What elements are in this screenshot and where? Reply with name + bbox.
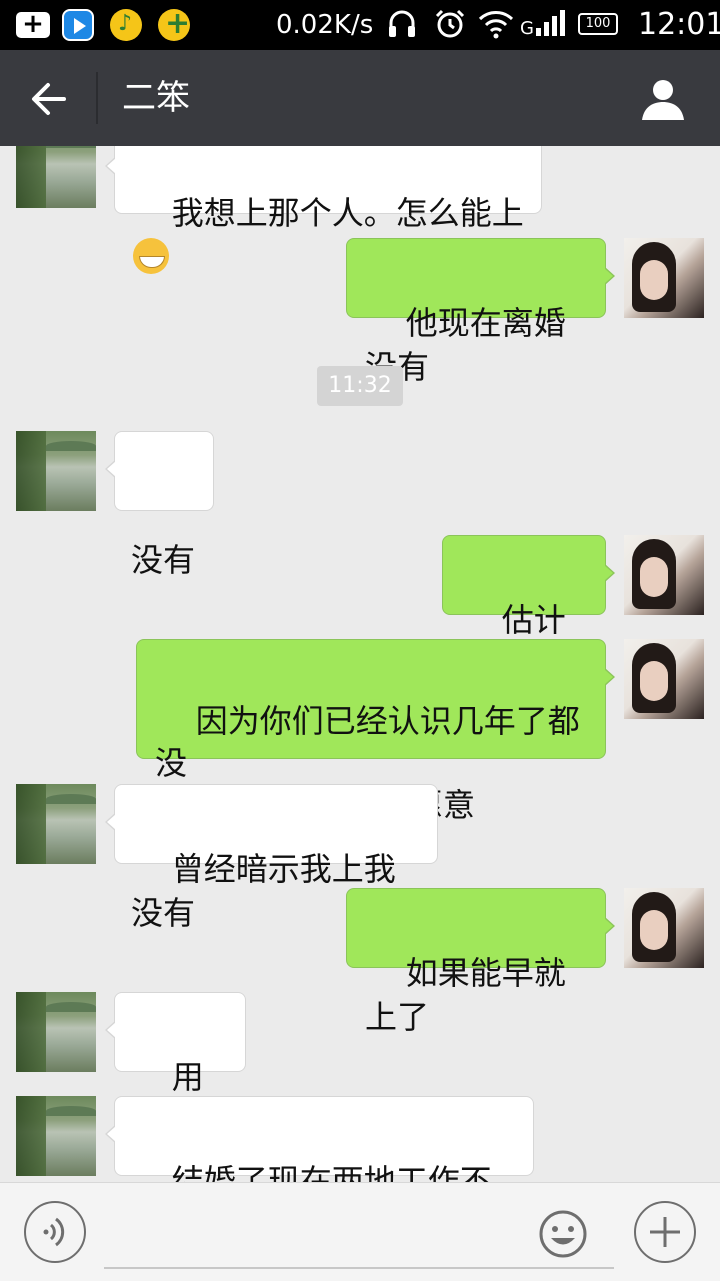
message-text: 结婚了现在两地工作不常见	[171, 1162, 492, 1182]
voice-button[interactable]	[24, 1201, 86, 1263]
headphones-icon	[386, 8, 418, 48]
plus-icon	[650, 1217, 680, 1247]
security-app-icon	[158, 6, 190, 41]
message-text: 如果能早就上了	[365, 954, 566, 1036]
emoji-icon	[539, 1210, 587, 1258]
input-bar	[0, 1182, 720, 1281]
contact-avatar[interactable]	[16, 992, 96, 1072]
my-avatar[interactable]	[624, 535, 704, 615]
incoming-message-bubble[interactable]: 曾经暗示我上我没有	[105, 784, 438, 932]
voice-icon	[43, 1217, 65, 1247]
outgoing-message-bubble[interactable]: 因为你们已经认识几年了都没 上到，说明女的不愿意	[136, 639, 615, 824]
clock: 12:01	[638, 7, 720, 42]
chat-title: 二笨	[122, 78, 190, 118]
incoming-message-bubble[interactable]: 没有	[105, 431, 214, 579]
incoming-message-bubble[interactable]: 我想上那个人。怎么能上	[105, 146, 542, 274]
emoji-button[interactable]	[538, 1209, 588, 1259]
signal-icon: G	[520, 8, 570, 48]
contact-avatar[interactable]	[16, 1096, 96, 1176]
alarm-icon	[434, 8, 466, 48]
outgoing-message-bubble[interactable]: 估计没戏	[442, 535, 615, 683]
wifi-icon	[478, 8, 514, 48]
network-speed: 0.02K/s	[276, 10, 374, 40]
more-button[interactable]	[634, 1201, 696, 1263]
my-avatar[interactable]	[624, 238, 704, 318]
contact-avatar[interactable]	[16, 431, 96, 511]
message-timestamp: 11:32	[317, 366, 403, 406]
incoming-message-bubble[interactable]: 用强?	[105, 992, 246, 1140]
my-avatar[interactable]	[624, 639, 704, 719]
back-button[interactable]	[24, 74, 74, 124]
contact-avatar[interactable]	[16, 146, 96, 208]
status-bar: + 0.02K/s G 100 12:01	[0, 0, 720, 50]
message-text: 没有	[131, 541, 196, 579]
message-list[interactable]: 我想上那个人。怎么能上 他现在离婚没有 11:32 没有 估计没戏 因为你们已经…	[0, 146, 720, 1182]
grinning-emoji-icon	[133, 238, 169, 274]
arrow-left-icon	[32, 83, 66, 115]
person-icon	[642, 80, 684, 120]
title-divider	[96, 72, 98, 124]
title-bar: 二笨	[0, 50, 720, 146]
contact-avatar[interactable]	[16, 784, 96, 864]
outgoing-message-bubble[interactable]: 他现在离婚没有	[346, 238, 615, 386]
incoming-message-bubble[interactable]: 结婚了现在两地工作不常见	[105, 1096, 534, 1182]
plus-icon: +	[16, 11, 50, 38]
message-text: 我想上那个人。怎么能上	[171, 194, 524, 232]
music-app-icon	[110, 9, 142, 41]
my-avatar[interactable]	[624, 888, 704, 968]
video-app-icon	[62, 9, 94, 41]
outgoing-message-bubble[interactable]: 如果能早就上了	[346, 888, 615, 1036]
battery-icon: 100	[578, 13, 618, 35]
svg-text:G: G	[520, 18, 534, 39]
chat-info-button[interactable]	[640, 76, 686, 122]
